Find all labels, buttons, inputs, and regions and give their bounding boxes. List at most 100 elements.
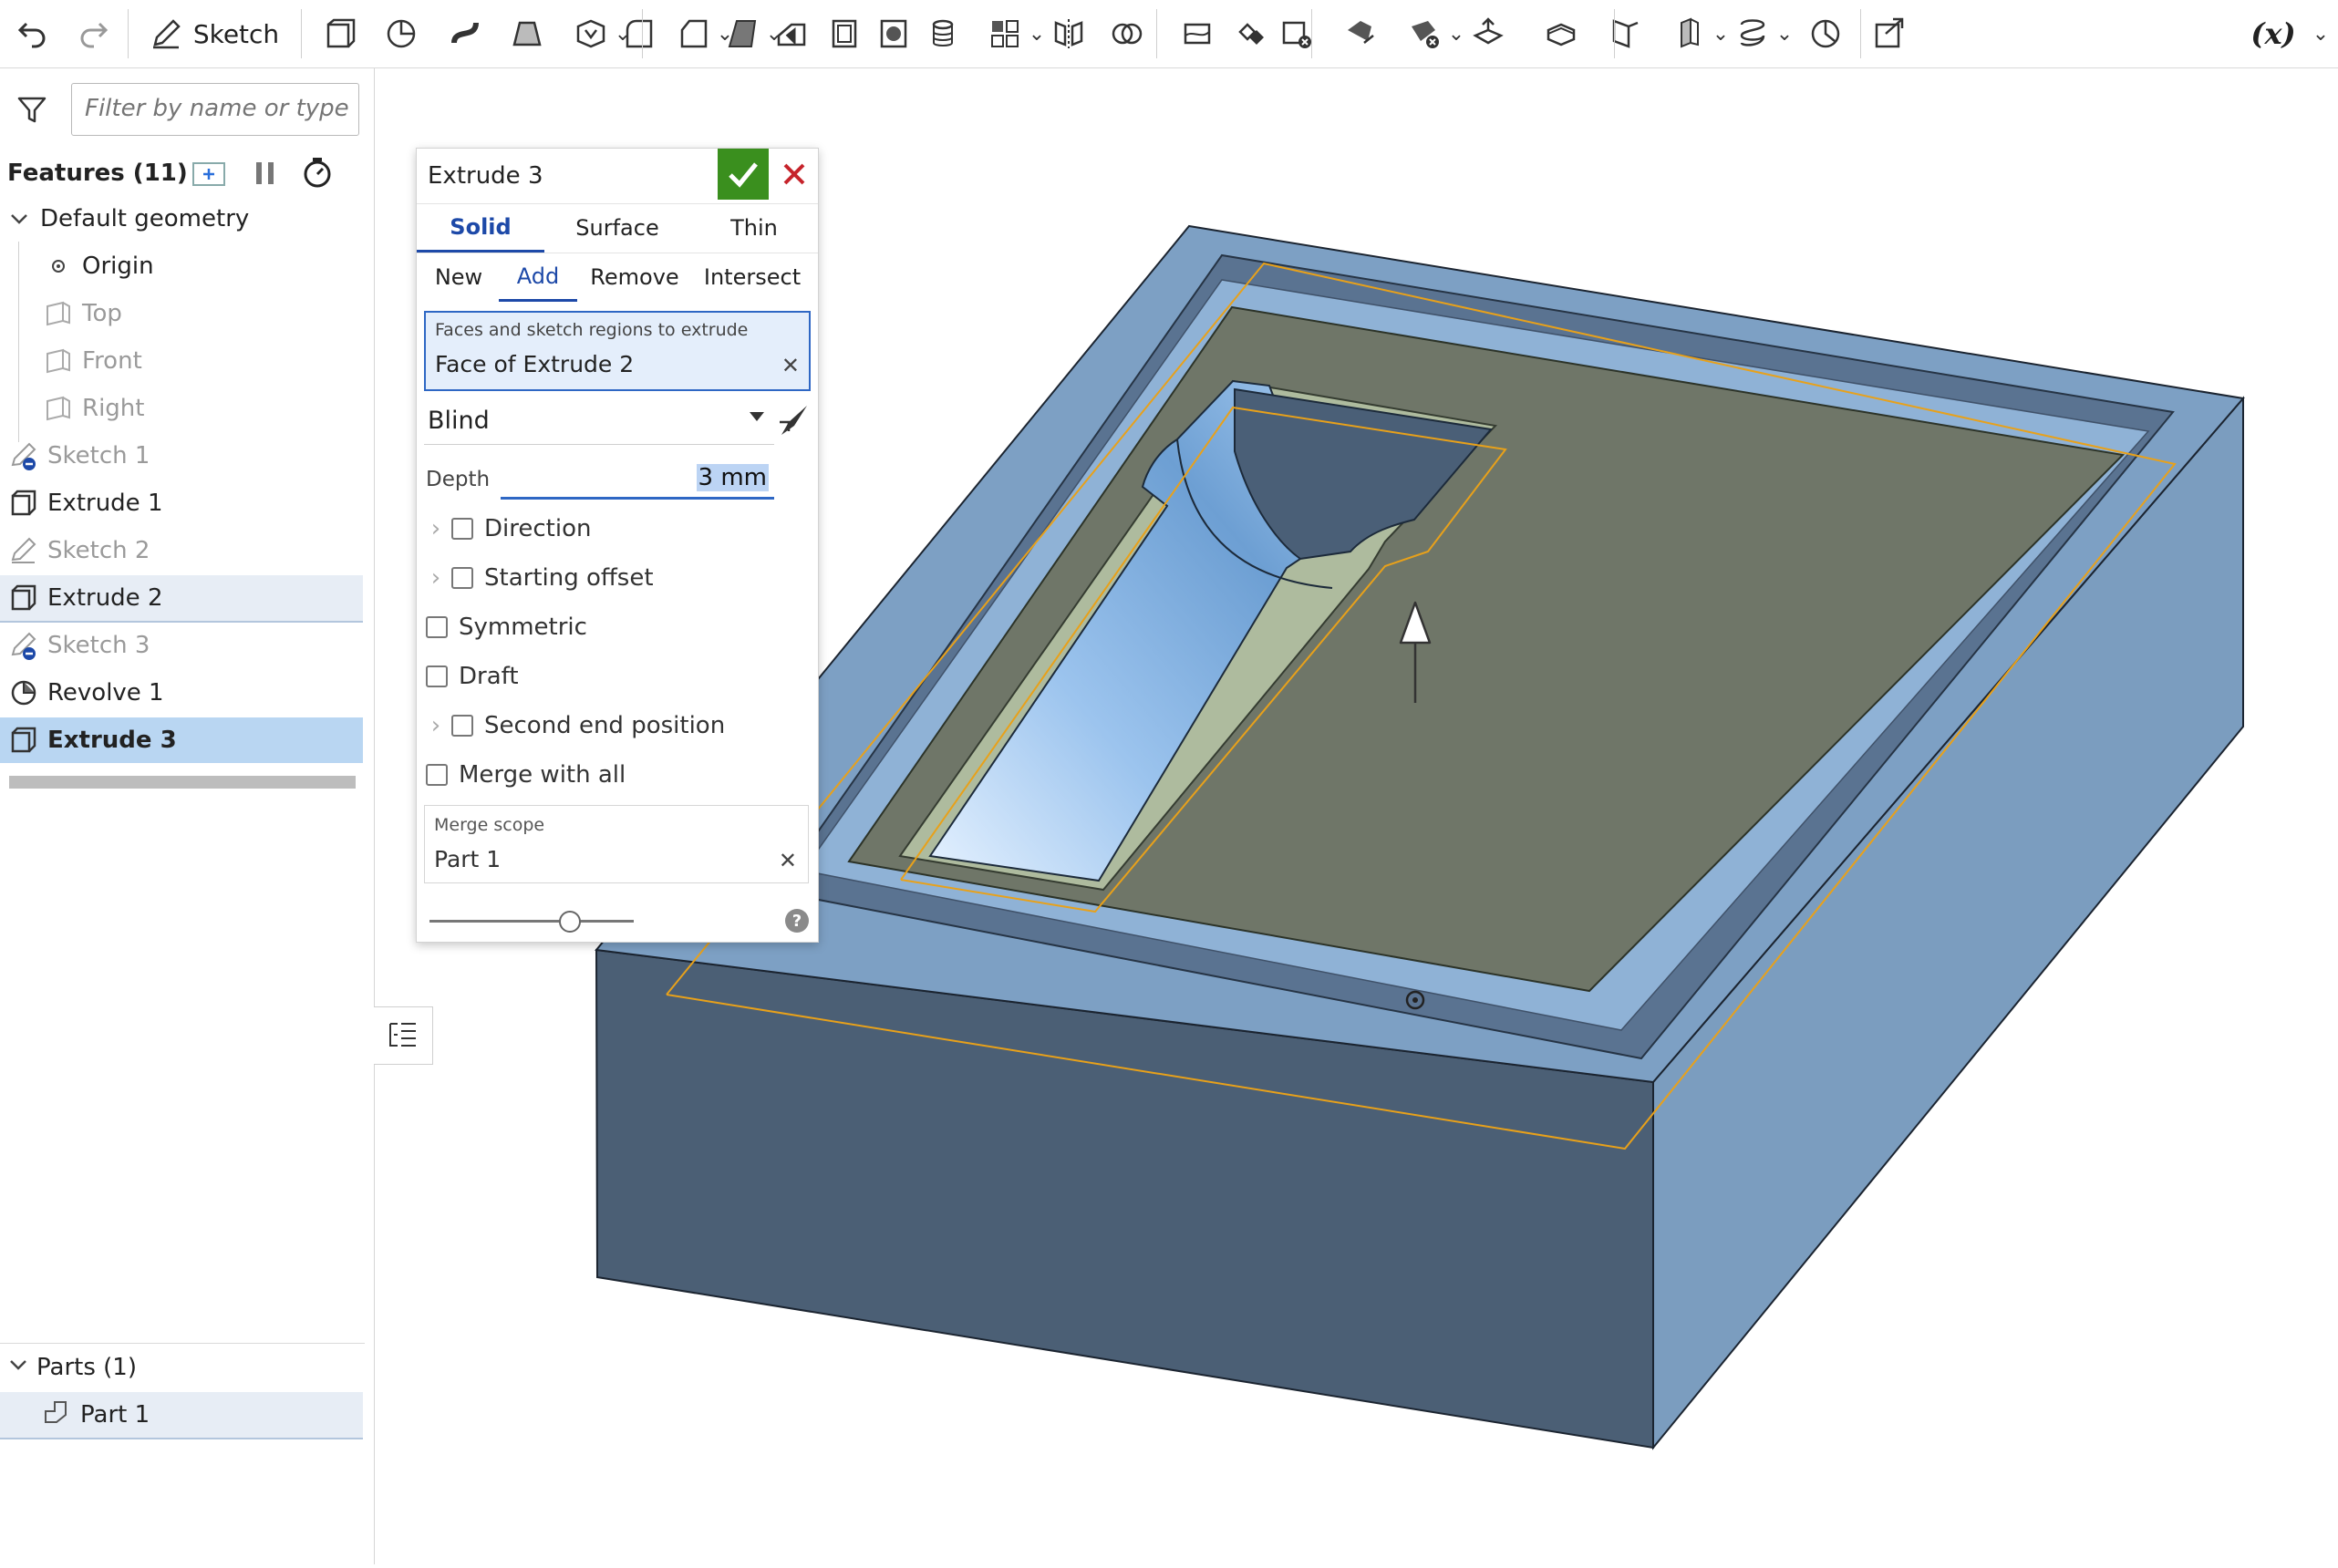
sweep-icon[interactable] xyxy=(445,9,485,58)
tree-group-default-geometry[interactable]: Default geometry xyxy=(0,196,363,242)
second-end-checkbox[interactable] xyxy=(451,715,473,737)
filter-icon[interactable] xyxy=(16,94,47,129)
tab-new[interactable]: New xyxy=(422,253,495,302)
revolve-icon[interactable] xyxy=(381,9,421,58)
move-face-icon[interactable] xyxy=(1340,9,1381,58)
draft-checkbox[interactable] xyxy=(426,665,448,687)
import-icon[interactable] xyxy=(1869,9,1909,58)
boundary-surface-icon[interactable] xyxy=(1541,9,1581,58)
merge-all-option[interactable]: Merge with all xyxy=(417,750,626,799)
tree-item-label: Extrude 3 xyxy=(47,727,177,754)
chevron-right-icon[interactable]: › xyxy=(420,515,451,542)
parts-header[interactable]: Parts (1) xyxy=(0,1345,365,1390)
pattern-icon[interactable] xyxy=(985,9,1025,58)
frame-icon[interactable] xyxy=(1669,9,1709,58)
filter-field[interactable] xyxy=(71,83,359,136)
sketch-icon xyxy=(7,631,40,660)
chevron-down-icon[interactable]: ⌄ xyxy=(1711,9,1731,58)
tab-intersect[interactable]: Intersect xyxy=(690,253,814,302)
loft-icon[interactable] xyxy=(507,9,547,58)
pause-icon[interactable] xyxy=(252,160,279,191)
mirror-icon[interactable] xyxy=(1049,9,1089,58)
tree-item-top[interactable]: Top xyxy=(0,291,363,336)
draft-option[interactable]: Draft xyxy=(417,652,519,701)
clear-selection-icon[interactable]: ✕ xyxy=(781,353,800,378)
shell-icon[interactable] xyxy=(824,9,864,58)
timer-icon[interactable] xyxy=(301,156,334,192)
toolbar-separator xyxy=(1614,9,1615,58)
direction-option[interactable]: › Direction xyxy=(417,504,592,553)
tab-remove[interactable]: Remove xyxy=(583,253,687,302)
tree-item-origin[interactable]: Origin xyxy=(0,243,363,289)
redo-icon[interactable] xyxy=(71,9,115,58)
chevron-down-icon[interactable]: ⌄ xyxy=(1446,9,1466,58)
tab-surface[interactable]: Surface xyxy=(544,203,690,253)
direction-checkbox[interactable] xyxy=(451,518,473,540)
second-end-option[interactable]: › Second end position xyxy=(417,701,725,750)
opacity-slider-handle[interactable] xyxy=(559,911,581,933)
thread-icon[interactable] xyxy=(923,9,963,58)
tab-thin[interactable]: Thin xyxy=(690,203,818,253)
divider xyxy=(0,1343,365,1344)
draft-icon[interactable] xyxy=(722,9,762,58)
tree-item-sketch-1[interactable]: Sketch 1 xyxy=(0,433,363,479)
chevron-down-icon[interactable]: ⌄ xyxy=(1774,9,1795,58)
cancel-button[interactable] xyxy=(771,149,818,200)
split-icon[interactable] xyxy=(1178,9,1218,58)
tree-item-extrude-1[interactable]: Extrude 1 xyxy=(0,480,363,526)
tree-item-right[interactable]: Right xyxy=(0,386,363,431)
starting-offset-checkbox[interactable] xyxy=(451,567,473,589)
extrude-icon[interactable] xyxy=(319,9,359,58)
hole-icon[interactable] xyxy=(874,9,914,58)
tree-item-extrude-2[interactable]: Extrude 2 xyxy=(0,575,363,623)
add-folder-icon[interactable] xyxy=(191,158,228,192)
tree-item-extrude-3[interactable]: Extrude 3 xyxy=(0,717,363,763)
chevron-down-icon[interactable]: ⌄ xyxy=(2307,9,2334,58)
rollback-bar[interactable] xyxy=(9,776,356,789)
depth-input[interactable]: 3 mm xyxy=(501,464,774,500)
tree-item-front[interactable]: Front xyxy=(0,338,363,384)
tree-item-sketch-3[interactable]: Sketch 3 xyxy=(0,623,363,668)
thicken-icon[interactable] xyxy=(571,9,611,58)
chevron-down-icon[interactable] xyxy=(5,209,33,229)
chevron-right-icon[interactable]: › xyxy=(420,712,451,739)
filter-input[interactable] xyxy=(83,84,351,133)
toolbar-separator xyxy=(1860,9,1861,58)
boolean-icon[interactable] xyxy=(1107,9,1147,58)
undo-icon[interactable] xyxy=(11,9,55,58)
accept-button[interactable] xyxy=(718,149,769,200)
tab-solid[interactable]: Solid xyxy=(417,203,544,253)
measure-icon[interactable] xyxy=(1805,9,1846,58)
starting-offset-option[interactable]: › Starting offset xyxy=(417,553,654,603)
symmetric-checkbox[interactable] xyxy=(426,616,448,638)
offset-surface-icon[interactable] xyxy=(1468,9,1508,58)
sketch-button[interactable]: Sketch xyxy=(137,9,292,58)
chamfer-icon[interactable] xyxy=(673,9,713,58)
part-item[interactable]: Part 1 xyxy=(0,1392,363,1439)
feature-list-toggle[interactable] xyxy=(374,1006,433,1065)
end-type-select[interactable]: Blind xyxy=(424,397,774,445)
faces-selection-box[interactable]: Faces and sketch regions to extrude Face… xyxy=(424,311,811,391)
tree-item-revolve-1[interactable]: Revolve 1 xyxy=(0,670,363,716)
opacity-slider-track[interactable] xyxy=(429,920,634,923)
transform-icon[interactable] xyxy=(1231,9,1271,58)
symmetric-option[interactable]: Symmetric xyxy=(417,603,587,652)
chevron-down-icon[interactable]: ⌄ xyxy=(1027,9,1047,58)
rib-icon[interactable] xyxy=(771,9,812,58)
tree-item-label: Origin xyxy=(82,253,154,280)
merge-all-checkbox[interactable] xyxy=(426,764,448,786)
operation-tabs: New Add Remove Intersect xyxy=(417,253,818,302)
tab-add[interactable]: Add xyxy=(499,253,577,302)
helix-icon[interactable] xyxy=(1733,9,1773,58)
sheet-metal-icon[interactable] xyxy=(1605,9,1645,58)
clear-scope-icon[interactable]: ✕ xyxy=(779,848,797,873)
replace-face-icon[interactable] xyxy=(1404,9,1444,58)
help-icon[interactable]: ? xyxy=(785,909,809,933)
tree-item-sketch-2[interactable]: Sketch 2 xyxy=(0,528,363,573)
fillet-icon[interactable] xyxy=(618,9,658,58)
merge-scope-box[interactable]: Merge scope Part 1 ✕ xyxy=(424,805,809,883)
chevron-down-icon[interactable] xyxy=(0,1354,36,1381)
variable-button[interactable]: (x) xyxy=(2241,9,2305,58)
flip-direction-icon[interactable] xyxy=(776,402,812,442)
chevron-right-icon[interactable]: › xyxy=(420,564,451,592)
